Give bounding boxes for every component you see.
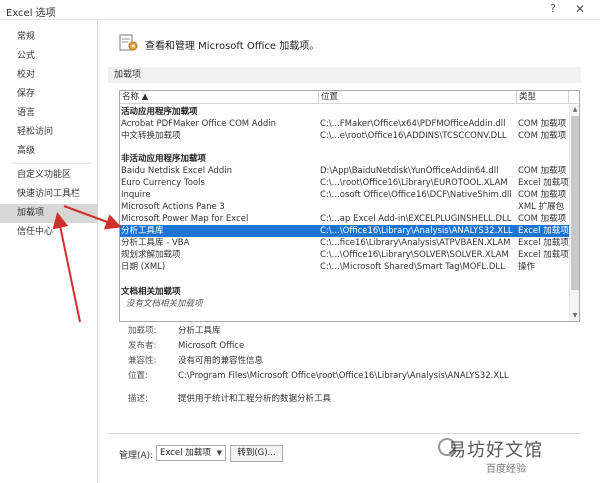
watermark-subtext: 百度经验 bbox=[486, 464, 526, 475]
annotation-arrow-list bbox=[63, 205, 122, 230]
watermark: 易坊好文馆 百度经验 bbox=[438, 436, 590, 476]
annotation-arrows bbox=[52, 205, 122, 323]
annotation-arrow-sidebar bbox=[52, 212, 81, 323]
watermark-text: 易坊好文馆 bbox=[448, 440, 543, 461]
